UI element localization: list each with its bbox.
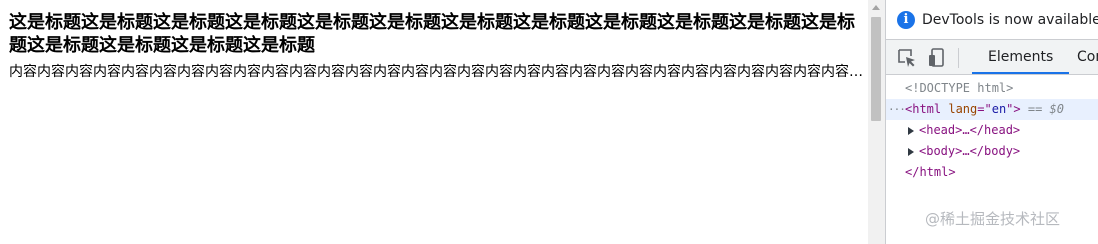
html-attr-close: "> (1006, 102, 1021, 116)
inspect-element-icon[interactable] (896, 47, 918, 69)
html-close-tag: </html> (905, 165, 956, 179)
elements-dom-tree: <!DOCTYPE html> ··· <html lang="en"> == … (886, 78, 1098, 183)
tab-console[interactable]: Con (1061, 40, 1098, 74)
info-icon: i (897, 11, 915, 29)
row-options-icon[interactable]: ··· (888, 99, 906, 120)
tab-elements[interactable]: Elements (972, 40, 1070, 74)
page-body-text: 内容内容内容内容内容内容内容内容内容内容内容内容内容内容内容内容内容内容内容内容… (9, 64, 864, 80)
head-node: <head>…</head> (919, 123, 1021, 137)
scrollbar-thumb[interactable] (871, 17, 881, 121)
devtools-info-banner: i DevTools is now available in (886, 0, 1098, 40)
dom-doctype-row[interactable]: <!DOCTYPE html> (886, 78, 1098, 99)
page-content: 这是标题这是标题这是标题这是标题这是标题这是标题这是标题这是标题这是标题这是标题… (0, 0, 868, 244)
banner-message: DevTools is now available in (922, 12, 1098, 28)
devtools-toolbar: Elements Con (886, 40, 1098, 75)
html-open-tag: <html (905, 102, 942, 116)
doctype-text: <!DOCTYPE html> (905, 81, 1014, 95)
html-attr-value: en (991, 102, 1007, 116)
html-attr-eq: =" (977, 102, 992, 116)
dom-body-row[interactable]: <body>…</body> (886, 141, 1098, 162)
expand-arrow-icon[interactable] (908, 127, 914, 135)
page-scrollbar[interactable] (868, 0, 885, 244)
devtools-panel: i DevTools is now available in Elements … (885, 0, 1098, 244)
watermark-text: @稀土掘金技术社区 (925, 210, 1061, 228)
toolbar-separator (958, 48, 959, 68)
scroll-up-arrow-icon[interactable] (872, 5, 880, 10)
dom-html-close-row[interactable]: </html> (886, 162, 1098, 183)
selected-node-marker: == $0 (1027, 102, 1064, 116)
dom-html-row[interactable]: ··· <html lang="en"> == $0 (886, 99, 1098, 120)
device-toolbar-icon[interactable] (926, 47, 948, 69)
expand-arrow-icon[interactable] (908, 148, 914, 156)
dom-head-row[interactable]: <head>…</head> (886, 120, 1098, 141)
html-attr-name: lang (948, 102, 978, 116)
body-node: <body>…</body> (919, 144, 1021, 158)
page-title: 这是标题这是标题这是标题这是标题这是标题这是标题这是标题这是标题这是标题这是标题… (9, 12, 855, 56)
html-node: <html lang="en"> == $0 (905, 99, 1064, 120)
